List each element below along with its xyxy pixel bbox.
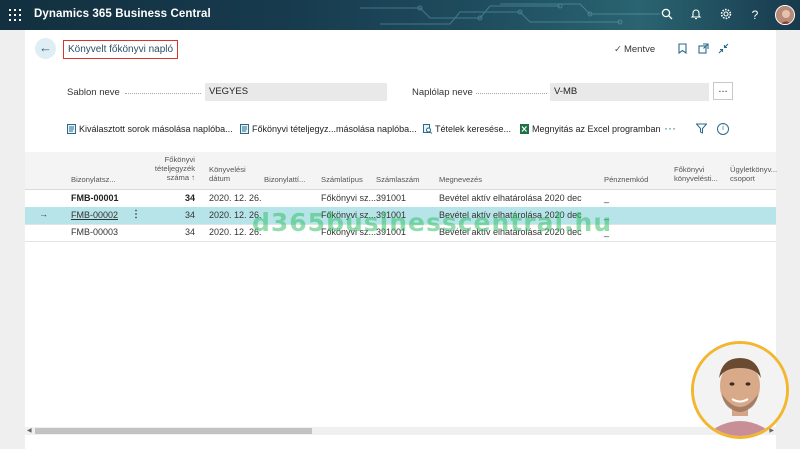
col-business-group[interactable]: Ügyletkönyv... csoport (730, 165, 777, 183)
gear-icon[interactable] (719, 8, 733, 22)
excel-icon (520, 124, 529, 134)
col-description[interactable]: Megnevezés (439, 175, 482, 184)
field-leader-dots (476, 93, 547, 95)
help-icon[interactable]: ? (748, 8, 762, 22)
row-actions-icon[interactable]: ⋮ (131, 209, 141, 220)
page-title: Könyvelt főkönyvi napló (63, 40, 179, 59)
cell-document-no[interactable]: FMB-00001 (71, 193, 119, 203)
user-avatar[interactable] (775, 5, 795, 25)
cell-description: Bevétel aktív elhatárolása 2020 dec (439, 193, 582, 203)
batch-name-label: Naplólap neve (412, 87, 473, 98)
cell-account-type: Főkönyvi sz... (321, 193, 377, 203)
cell-document-no[interactable]: FMB-00002 (71, 210, 118, 220)
col-document-type[interactable]: Bizonylattí... (264, 175, 305, 184)
cell-account-no: 391001 (376, 193, 407, 203)
col-register-no[interactable]: Főkönyvi tételjegyzék száma ↑ (153, 155, 195, 182)
scroll-left-icon[interactable]: ◀ (27, 427, 32, 434)
cell-register-no: 34 (184, 193, 195, 203)
app-launcher-icon[interactable] (9, 9, 21, 21)
info-icon[interactable]: i (717, 123, 729, 135)
copy-lines-icon (67, 124, 76, 134)
collapse-icon[interactable] (718, 43, 729, 57)
page-panel: ← Könyvelt főkönyvi napló ✓ Mentve Sablon… (25, 30, 777, 449)
cell-document-no[interactable]: FMB-00003 (71, 227, 118, 237)
col-currency-code[interactable]: Pénznemkód (604, 175, 648, 184)
batch-name-field[interactable]: V-MB (550, 83, 709, 101)
col-gen-posting[interactable]: Főkönyvi könyvelésti... (674, 165, 722, 183)
action-find-entries[interactable]: Tételek keresése... (423, 124, 511, 134)
current-row-arrow-icon: → (39, 209, 48, 219)
saved-status: ✓ Mentve (614, 44, 655, 55)
presenter-avatar (691, 341, 789, 439)
top-bar: Dynamics 365 Business Central ? (0, 0, 800, 30)
action-open-in-excel[interactable]: Megnyitás az Excel programban (520, 124, 661, 134)
saved-label: Mentve (623, 44, 656, 55)
copy-register-icon (240, 124, 249, 134)
col-account-no[interactable]: Számlaszám (376, 175, 419, 184)
table-row[interactable]: FMB-00001 34 2020. 12. 26. Főkönyvi sz..… (25, 190, 776, 208)
search-icon[interactable] (660, 8, 674, 22)
col-account-type[interactable]: Számlatípus (321, 175, 363, 184)
cell-posting-date: 2020. 12. 26. (209, 193, 262, 203)
check-icon: ✓ (614, 44, 622, 55)
filter-icon[interactable] (695, 123, 708, 136)
more-actions-button[interactable]: ··· (664, 121, 676, 135)
watermark: d365businesscentral.hu (252, 208, 613, 237)
cell-currency-code: _ (604, 193, 610, 203)
batch-lookup-button[interactable]: ... (713, 82, 733, 100)
action-copy-gl-register[interactable]: Főkönyvi tételjegyz...másolása naplóba..… (240, 124, 417, 134)
cell-register-no: 34 (184, 210, 195, 220)
back-arrow-icon[interactable]: ← (35, 38, 56, 59)
horizontal-scrollbar[interactable]: ◀ ▶ (25, 427, 776, 435)
cell-register-no: 34 (184, 227, 195, 237)
bookmark-icon[interactable] (678, 43, 687, 57)
app-title[interactable]: Dynamics 365 Business Central (34, 8, 211, 20)
bell-icon[interactable] (689, 8, 703, 22)
template-name-label: Sablon neve (67, 87, 120, 98)
template-name-field[interactable]: VEGYES (205, 83, 387, 101)
grid-header: Bizonylatsz... Főkönyvi tételjegyzék szá… (25, 152, 777, 190)
open-new-window-icon[interactable] (698, 43, 709, 57)
circuit-pattern (360, 3, 660, 25)
find-entries-icon (423, 124, 432, 134)
col-posting-date[interactable]: Könyvelési dátum (209, 165, 254, 183)
field-leader-dots (125, 93, 201, 95)
action-copy-selected-lines[interactable]: Kiválasztott sorok másolása naplóba... (67, 124, 233, 134)
scrollbar-thumb[interactable] (35, 428, 312, 434)
col-document-no[interactable]: Bizonylatsz... (71, 175, 116, 184)
